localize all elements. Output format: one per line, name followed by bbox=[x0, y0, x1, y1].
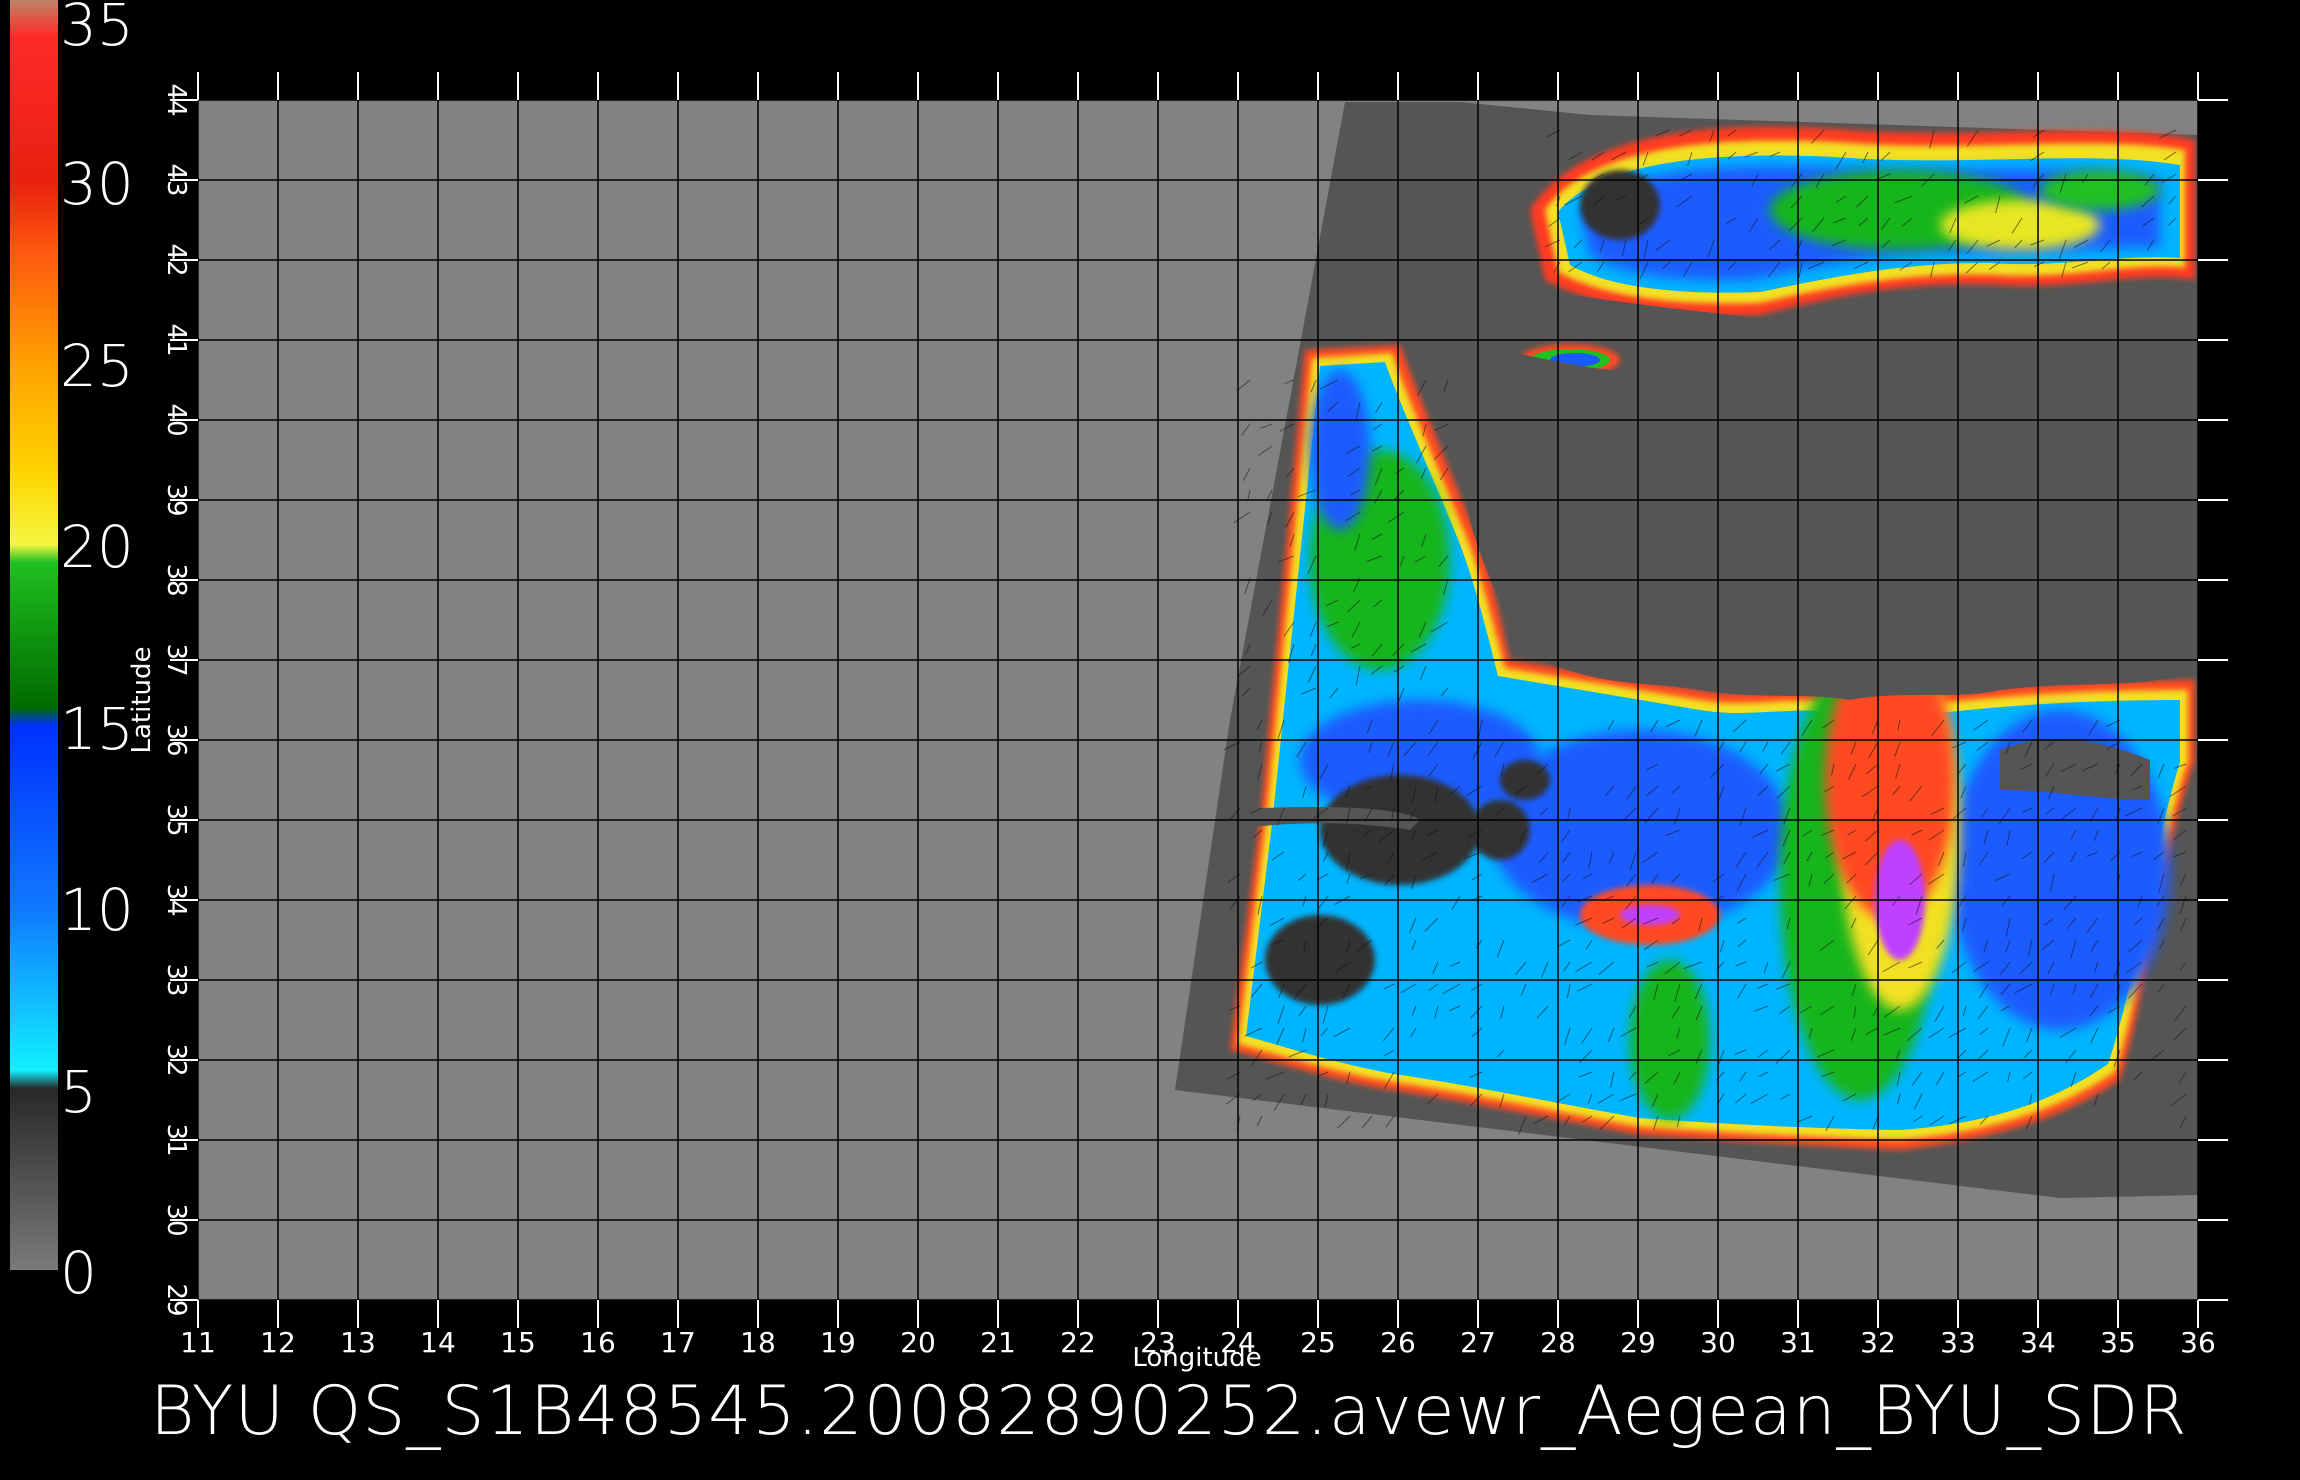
image-title: BYU QS_S1B48545.20082890252.avewr_Aegean… bbox=[150, 1372, 2188, 1451]
lon-tick-label: 13 bbox=[340, 1326, 376, 1359]
lat-tick-label: 44 bbox=[161, 83, 191, 116]
lon-tick-label: 20 bbox=[900, 1326, 936, 1359]
lon-tick-label: 22 bbox=[1060, 1326, 1096, 1359]
lon-tick-label: 27 bbox=[1460, 1326, 1496, 1359]
lat-tick-label: 42 bbox=[161, 243, 191, 276]
lon-tick-label: 29 bbox=[1620, 1326, 1656, 1359]
lon-tick-label: 32 bbox=[1860, 1326, 1896, 1359]
lat-tick-label: 34 bbox=[161, 883, 191, 916]
scatterometer-swath bbox=[1175, 102, 2198, 1198]
lon-tick-label: 14 bbox=[420, 1326, 456, 1359]
latitude-tick-labels: 29 30 31 32 33 34 35 36 37 38 39 40 41 42 43 44 bbox=[161, 83, 191, 1316]
lon-tick-label: 36 bbox=[2180, 1326, 2216, 1359]
lon-tick-label: 35 bbox=[2100, 1326, 2136, 1359]
lat-tick-label: 37 bbox=[161, 643, 191, 676]
lon-tick-label: 28 bbox=[1540, 1326, 1576, 1359]
lat-tick-label: 32 bbox=[161, 1043, 191, 1076]
lon-tick-label: 19 bbox=[820, 1326, 856, 1359]
lat-tick-label: 43 bbox=[161, 163, 191, 196]
lat-tick-label: 40 bbox=[161, 403, 191, 436]
lon-tick-label: 11 bbox=[180, 1326, 216, 1359]
lat-tick-label: 36 bbox=[161, 723, 191, 756]
x-axis-label: Longitude bbox=[1132, 1343, 1261, 1373]
lon-tick-label: 31 bbox=[1780, 1326, 1816, 1359]
lon-tick-label: 16 bbox=[580, 1326, 616, 1359]
lon-tick-label: 17 bbox=[660, 1326, 696, 1359]
lat-tick-label: 38 bbox=[161, 563, 191, 596]
y-axis-label: Latitude bbox=[127, 646, 157, 753]
lon-tick-label: 30 bbox=[1700, 1326, 1736, 1359]
lon-tick-label: 12 bbox=[260, 1326, 296, 1359]
map-plot: 11 12 13 14 15 16 17 18 19 20 21 22 23 24 25 26 27 28 29 30… bbox=[127, 72, 2228, 1373]
lat-tick-label: 35 bbox=[161, 803, 191, 836]
lat-tick-label: 29 bbox=[161, 1283, 191, 1316]
lat-tick-label: 41 bbox=[161, 323, 191, 356]
lon-tick-label: 25 bbox=[1300, 1326, 1336, 1359]
lon-tick-label: 33 bbox=[1940, 1326, 1976, 1359]
lon-tick-label: 18 bbox=[740, 1326, 776, 1359]
lon-tick-label: 15 bbox=[500, 1326, 536, 1359]
lat-tick-label: 33 bbox=[161, 963, 191, 996]
lat-tick-label: 31 bbox=[161, 1123, 191, 1156]
lon-tick-label: 26 bbox=[1380, 1326, 1416, 1359]
lat-tick-label: 39 bbox=[161, 483, 191, 516]
lon-tick-label: 21 bbox=[980, 1326, 1016, 1359]
lat-tick-label: 30 bbox=[161, 1203, 191, 1236]
lon-tick-label: 34 bbox=[2020, 1326, 2056, 1359]
